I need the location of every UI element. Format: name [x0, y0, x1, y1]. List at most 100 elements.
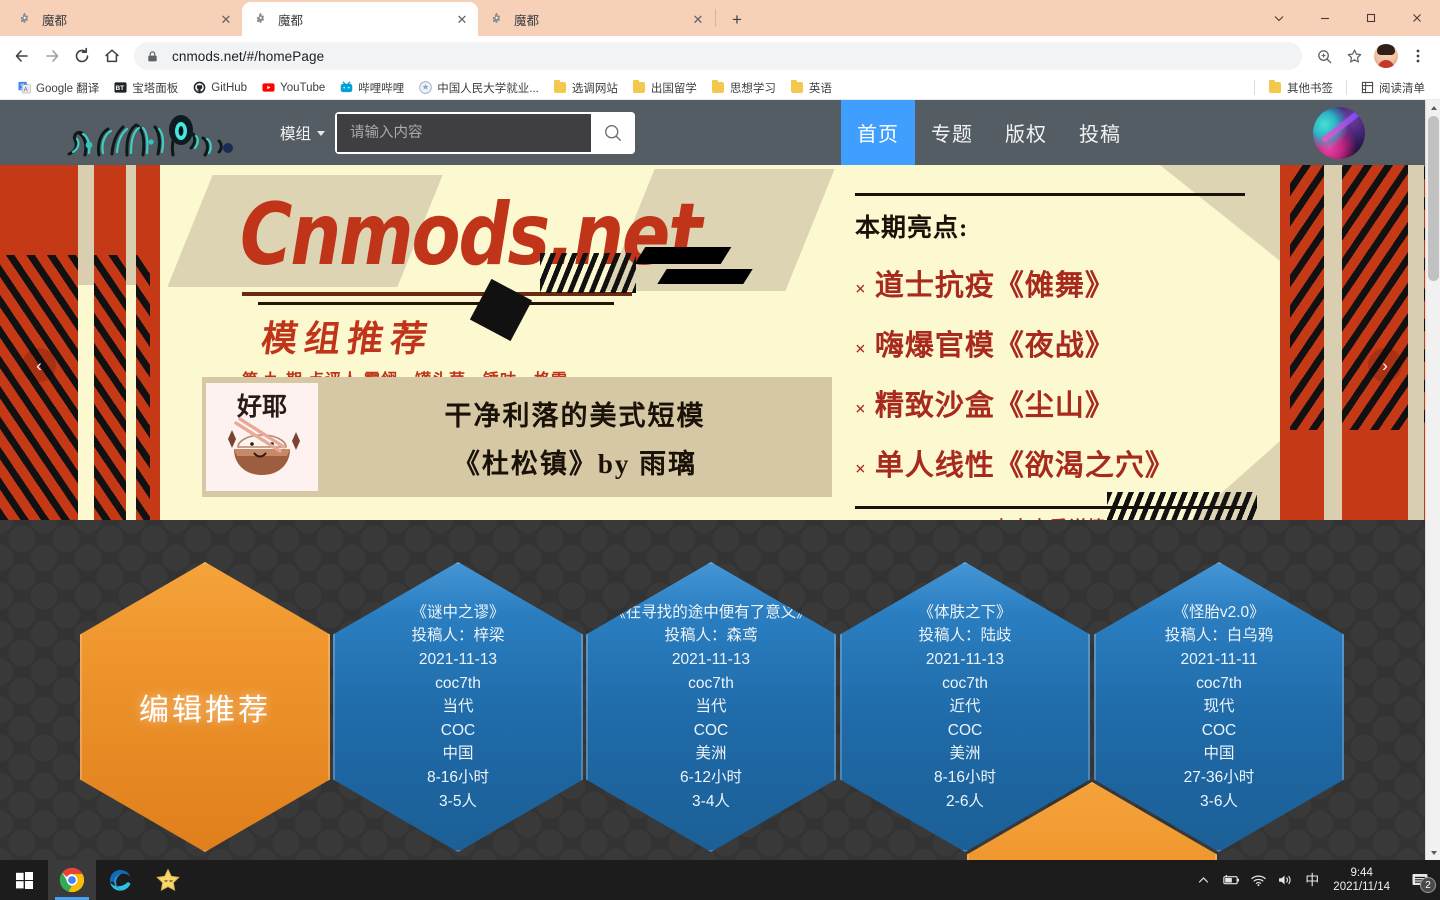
github-icon: [192, 81, 206, 95]
highlight-item: × 道士抗疫《傩舞》: [855, 262, 1245, 304]
browser-toolbar: cnmods.net/#/homePage: [0, 36, 1440, 76]
window-minimize-icon[interactable]: [1302, 0, 1348, 36]
mod-region: 中国: [1203, 745, 1235, 763]
reading-list-button[interactable]: 阅读清单: [1353, 78, 1432, 98]
bookmark-label: 哔哩哔哩: [358, 82, 405, 95]
ime-indicator[interactable]: 中: [1299, 860, 1325, 900]
bullet-x-icon: ×: [855, 339, 866, 360]
site-header: 模组 首页 专题 版权 投稿: [0, 100, 1440, 165]
zoom-icon[interactable]: [1310, 42, 1338, 70]
page-scrollbar[interactable]: [1425, 100, 1440, 860]
nav-item-home[interactable]: 首页: [841, 100, 916, 165]
bookmark-folder[interactable]: 出国留学: [625, 78, 704, 98]
page-viewport: 模组 首页 专题 版权 投稿: [0, 100, 1440, 860]
clock[interactable]: 9:44 2021/11/14: [1325, 860, 1400, 900]
svg-text:BT: BT: [115, 85, 124, 92]
youtube-icon: [261, 81, 275, 95]
mod-system: coc7th: [1196, 674, 1242, 692]
tab-close-icon[interactable]: ✕: [452, 9, 472, 29]
back-icon[interactable]: [8, 42, 36, 70]
folder-icon: [1268, 80, 1282, 95]
browser-tab-active[interactable]: 魔都 ✕: [242, 2, 478, 36]
highlight-item: × 精致沙盒《尘山》: [855, 382, 1245, 424]
search-category-dropdown[interactable]: 模组: [270, 122, 335, 144]
banner-content[interactable]: Cnmods.net 模组推荐 第 九 期 点评人 雾翎、罐头菌、锤咕、格雷 好…: [160, 165, 1280, 520]
system-tray: 中 9:44 2021/11/14 2: [1190, 860, 1440, 900]
tray-chevron-up-icon[interactable]: [1190, 860, 1216, 900]
highlight-text: 道士抗疫《傩舞》: [874, 270, 1115, 302]
feature-line-1: 干净利落的美式短模: [444, 400, 706, 431]
bookmark-item[interactable]: BT 宝塔面板: [106, 78, 185, 98]
profile-avatar[interactable]: [1374, 44, 1398, 68]
mod-author: 投稿人：梓梁: [411, 627, 505, 645]
nav-item-copyright[interactable]: 版权: [989, 100, 1063, 165]
battery-icon[interactable]: [1216, 860, 1245, 900]
bookmark-item[interactable]: 中国人民大学就业...: [411, 78, 546, 98]
nav-item-submit[interactable]: 投稿: [1063, 100, 1137, 165]
scrollbar-down-button[interactable]: [1426, 845, 1440, 860]
avatar[interactable]: [1313, 106, 1365, 159]
scrollbar-thumb[interactable]: [1428, 116, 1439, 281]
chrome-icon[interactable]: [48, 860, 96, 900]
edge-icon[interactable]: [96, 860, 144, 900]
mod-card[interactable]: 《在寻找的途中便有了意义》 投稿人：森鸢 2021-11-13 coc7th 当…: [586, 562, 836, 852]
bookmark-item[interactable]: 哔哩哔哩: [332, 78, 411, 98]
other-bookmarks-folder[interactable]: 其他书签: [1261, 78, 1340, 98]
forward-icon[interactable]: [38, 42, 66, 70]
bookmark-folder[interactable]: 思想学习: [704, 78, 783, 98]
carousel-next-button[interactable]: ›: [1368, 348, 1402, 382]
window-expand-icon[interactable]: [1256, 0, 1302, 36]
mod-author: 投稿人：森鸢: [664, 627, 758, 645]
window-close-icon[interactable]: [1394, 0, 1440, 36]
bookmark-folder[interactable]: 英语: [783, 78, 839, 98]
windows-start-icon[interactable]: [0, 860, 48, 900]
highlight-item: × 单人线性《欲渴之穴》: [855, 442, 1245, 484]
bookmark-item[interactable]: YouTube: [254, 79, 332, 97]
scrollbar-up-button[interactable]: [1426, 100, 1440, 115]
mod-rules: COC: [947, 721, 983, 739]
bookmarks-divider: [1254, 80, 1255, 95]
nav-item-topics[interactable]: 专题: [915, 100, 989, 165]
carousel-prev-button[interactable]: ‹: [22, 348, 56, 382]
notification-icon[interactable]: 2: [1400, 860, 1440, 900]
feature-text: 干净利落的美式短模 《杜松镇》by 雨璃: [318, 394, 832, 481]
site-logo[interactable]: [55, 105, 240, 160]
search-input[interactable]: [337, 113, 592, 152]
address-bar[interactable]: cnmods.net/#/homePage: [134, 42, 1302, 70]
star-app-icon[interactable]: [144, 860, 192, 900]
tab-close-icon[interactable]: ✕: [688, 9, 708, 29]
editor-pick-label: 编辑推荐: [139, 694, 271, 727]
bookmark-star-icon[interactable]: [1340, 42, 1368, 70]
bilibili-icon: [339, 81, 353, 95]
editor-pick-hex[interactable]: 编辑推荐: [80, 562, 330, 852]
mod-card[interactable]: 《谜中之谬》 投稿人：梓梁 2021-11-13 coc7th 当代 COC 中…: [333, 562, 583, 852]
browser-tab[interactable]: 魔都 ✕: [6, 2, 242, 36]
tab-close-icon[interactable]: ✕: [216, 9, 236, 29]
clock-date: 2021/11/14: [1333, 881, 1390, 893]
search-button[interactable]: [591, 111, 636, 154]
mod-rules: COC: [693, 721, 729, 739]
mod-card-info: 《在寻找的途中便有了意义》 投稿人：森鸢 2021-11-13 coc7th 当…: [610, 601, 812, 813]
feature-banner[interactable]: 好耶 干净利落的美式短模 《杜松镇》by 雨璃: [202, 377, 832, 497]
bookmark-folder[interactable]: 选调网站: [546, 78, 625, 98]
hero-banner[interactable]: Cnmods.net 模组推荐 第 九 期 点评人 雾翎、罐头菌、锤咕、格雷 好…: [0, 165, 1440, 520]
tab-title: 魔都: [514, 13, 540, 28]
bookmark-label: 选调网站: [571, 82, 618, 95]
mod-title: 《体肤之下》: [918, 603, 1012, 621]
volume-icon[interactable]: [1272, 860, 1299, 900]
three-dot-menu-icon[interactable]: [1404, 42, 1432, 70]
mod-players: 3-6人: [1200, 792, 1238, 810]
new-tab-button[interactable]: +: [723, 5, 751, 33]
mod-system: coc7th: [942, 674, 988, 692]
window-maximize-icon[interactable]: [1348, 0, 1394, 36]
svg-text:A: A: [23, 88, 27, 94]
bookmark-label: 宝塔面板: [132, 82, 179, 95]
mod-duration: 6-12小时: [679, 768, 742, 786]
mod-duration: 8-16小时: [426, 768, 489, 786]
home-icon[interactable]: [98, 42, 126, 70]
browser-tab[interactable]: 魔都 ✕: [478, 2, 714, 36]
wifi-icon[interactable]: [1245, 860, 1272, 900]
bookmark-item[interactable]: 文A Google 翻译: [10, 78, 106, 98]
reload-icon[interactable]: [68, 42, 96, 70]
bookmark-item[interactable]: GitHub: [185, 79, 254, 97]
